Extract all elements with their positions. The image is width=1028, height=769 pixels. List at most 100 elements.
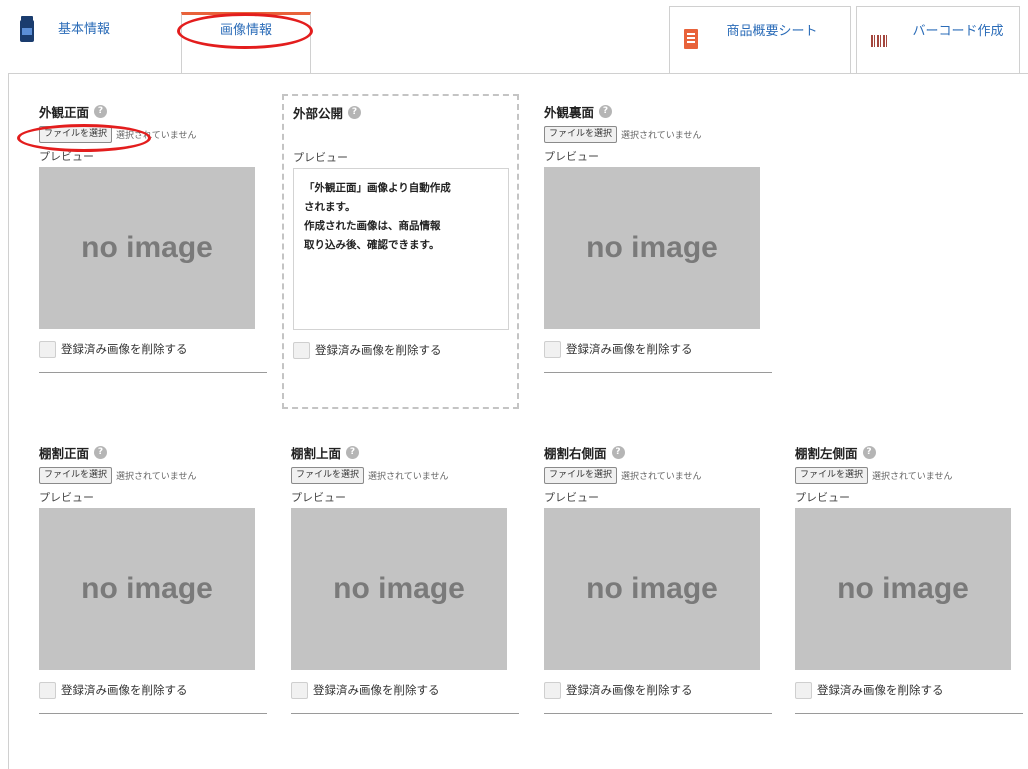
product-jar-icon xyxy=(20,16,34,42)
delete-checkbox-label: 登録済み画像を削除する xyxy=(817,683,944,697)
slot-title-text: 棚割右側面 xyxy=(544,445,607,461)
slot-title: 棚割右側面 ? xyxy=(544,443,772,461)
preview-label: プレビュー xyxy=(544,491,599,504)
slot-title-text: 外部公開 xyxy=(293,105,344,121)
help-icon[interactable]: ? xyxy=(348,105,362,119)
choose-file-button[interactable]: ファイルを選択 xyxy=(544,125,618,143)
no-image-placeholder: no image xyxy=(333,572,465,605)
choose-file-button[interactable]: ファイルを選択 xyxy=(39,466,113,484)
delete-checkbox[interactable] xyxy=(291,681,308,699)
tab-barcode-create[interactable]: バーコード作成 xyxy=(856,6,1020,74)
sheet-icon xyxy=(684,29,698,49)
slot-public-box: 外部公開 ? プレビュー 「外観正面」画像より自動作成 されます。 作成された画… xyxy=(282,94,519,409)
file-picker: ファイルを選択 選択されていません xyxy=(39,466,267,484)
image-preview: no image xyxy=(544,508,760,670)
file-picker: ファイルを選択 選択されていません xyxy=(544,125,772,143)
annotation-circle-image-tab xyxy=(177,13,313,49)
delete-checkbox-label: 登録済み画像を削除する xyxy=(61,683,188,697)
delete-checkbox[interactable] xyxy=(544,340,561,358)
slot-shelf-left: 棚割左側面 ? ファイルを選択 選択されていません プレビュー no image… xyxy=(795,443,1023,714)
slot-title: 棚割左側面 ? xyxy=(795,443,1023,461)
tab-bar: 基本情報 画像情報 商品概要シート バーコード作成 xyxy=(0,0,1028,74)
preview-label: プレビュー xyxy=(544,150,599,163)
delete-checkbox[interactable] xyxy=(39,340,56,358)
choose-file-button[interactable]: ファイルを選択 xyxy=(795,466,869,484)
no-image-placeholder: no image xyxy=(586,231,718,264)
image-preview: no image xyxy=(39,508,255,670)
slot-title: 棚割正面 ? xyxy=(39,443,267,461)
public-preview-note: 「外観正面」画像より自動作成 されます。 作成された画像は、商品情報 取り込み後… xyxy=(293,168,509,330)
tab-product-summary-sheet-label: 商品概要シート xyxy=(726,24,818,39)
note-line: 取り込み後、確認できます。 xyxy=(304,239,440,251)
delete-checkbox-label: 登録済み画像を削除する xyxy=(61,342,188,356)
preview-label: プレビュー xyxy=(795,491,850,504)
image-preview: no image xyxy=(39,167,255,329)
slot-title-text: 棚割正面 xyxy=(39,445,90,461)
tab-product-summary-sheet[interactable]: 商品概要シート xyxy=(669,6,851,74)
divider xyxy=(291,713,519,714)
no-image-placeholder: no image xyxy=(81,231,213,264)
image-info-panel: 外観正面 ? ファイルを選択 選択されていません プレビュー no image … xyxy=(8,73,1028,769)
delete-registered-image-option[interactable]: 登録済み画像を削除する xyxy=(544,680,772,700)
slot-exterior-back: 外観裏面 ? ファイルを選択 選択されていません プレビュー no image … xyxy=(544,102,772,373)
slot-title-text: 外観裏面 xyxy=(544,104,595,120)
delete-registered-image-option[interactable]: 登録済み画像を削除する xyxy=(293,340,521,360)
help-icon[interactable]: ? xyxy=(611,445,625,459)
help-icon[interactable]: ? xyxy=(94,104,108,118)
barcode-icon xyxy=(871,35,889,47)
file-status: 選択されていません xyxy=(621,130,702,141)
delete-checkbox-label: 登録済み画像を削除する xyxy=(566,342,693,356)
slot-title: 外部公開 ? xyxy=(293,103,521,121)
choose-file-button[interactable]: ファイルを選択 xyxy=(291,466,365,484)
page: 基本情報 画像情報 商品概要シート バーコード作成 外観正面 ? ファイルを選択… xyxy=(0,0,1028,769)
divider xyxy=(39,372,267,373)
delete-registered-image-option[interactable]: 登録済み画像を削除する xyxy=(39,680,267,700)
help-icon[interactable]: ? xyxy=(346,445,360,459)
tab-basic-info[interactable]: 基本情報 xyxy=(14,14,174,54)
delete-registered-image-option[interactable]: 登録済み画像を削除する xyxy=(795,680,1023,700)
preview-label: プレビュー xyxy=(39,491,94,504)
file-picker: ファイルを選択 選択されていません xyxy=(291,466,519,484)
delete-checkbox[interactable] xyxy=(39,681,56,699)
file-picker: ファイルを選択 選択されていません xyxy=(544,466,772,484)
delete-registered-image-option[interactable]: 登録済み画像を削除する xyxy=(544,339,772,359)
file-picker: ファイルを選択 選択されていません xyxy=(795,466,1023,484)
delete-registered-image-option[interactable]: 登録済み画像を削除する xyxy=(39,339,267,359)
choose-file-button[interactable]: ファイルを選択 xyxy=(544,466,618,484)
preview-label: プレビュー xyxy=(291,491,346,504)
note-line: 「外観正面」画像より自動作成 xyxy=(304,182,451,194)
divider xyxy=(39,713,267,714)
slot-public: 外部公開 ? プレビュー 「外観正面」画像より自動作成 されます。 作成された画… xyxy=(293,103,521,360)
delete-checkbox-label: 登録済み画像を削除する xyxy=(313,683,440,697)
annotation-circle-file-button xyxy=(17,124,151,152)
help-icon[interactable]: ? xyxy=(599,104,613,118)
no-image-placeholder: no image xyxy=(81,572,213,605)
note-line: 作成された画像は、商品情報 xyxy=(304,220,441,232)
preview-label: プレビュー xyxy=(293,151,348,164)
slot-shelf-top: 棚割上面 ? ファイルを選択 選択されていません プレビュー no image … xyxy=(291,443,519,714)
image-preview: no image xyxy=(795,508,1011,670)
delete-checkbox[interactable] xyxy=(544,681,561,699)
slot-shelf-right: 棚割右側面 ? ファイルを選択 選択されていません プレビュー no image… xyxy=(544,443,772,714)
help-icon[interactable]: ? xyxy=(862,445,876,459)
divider xyxy=(795,713,1023,714)
file-status: 選択されていません xyxy=(116,471,197,482)
slot-shelf-front: 棚割正面 ? ファイルを選択 選択されていません プレビュー no image … xyxy=(39,443,267,714)
slot-title-text: 外観正面 xyxy=(39,104,90,120)
file-status: 選択されていません xyxy=(368,471,449,482)
delete-checkbox[interactable] xyxy=(293,341,310,359)
image-preview: no image xyxy=(544,167,760,329)
delete-checkbox-label: 登録済み画像を削除する xyxy=(566,683,693,697)
divider xyxy=(544,713,772,714)
image-preview: no image xyxy=(291,508,507,670)
file-status: 選択されていません xyxy=(621,471,702,482)
slot-title: 棚割上面 ? xyxy=(291,443,519,461)
slot-title: 外観裏面 ? xyxy=(544,102,772,120)
delete-checkbox[interactable] xyxy=(795,681,812,699)
tab-basic-info-label: 基本情報 xyxy=(58,22,111,37)
delete-checkbox-label: 登録済み画像を削除する xyxy=(315,343,442,357)
divider xyxy=(544,372,772,373)
delete-registered-image-option[interactable]: 登録済み画像を削除する xyxy=(291,680,519,700)
help-icon[interactable]: ? xyxy=(94,445,108,459)
